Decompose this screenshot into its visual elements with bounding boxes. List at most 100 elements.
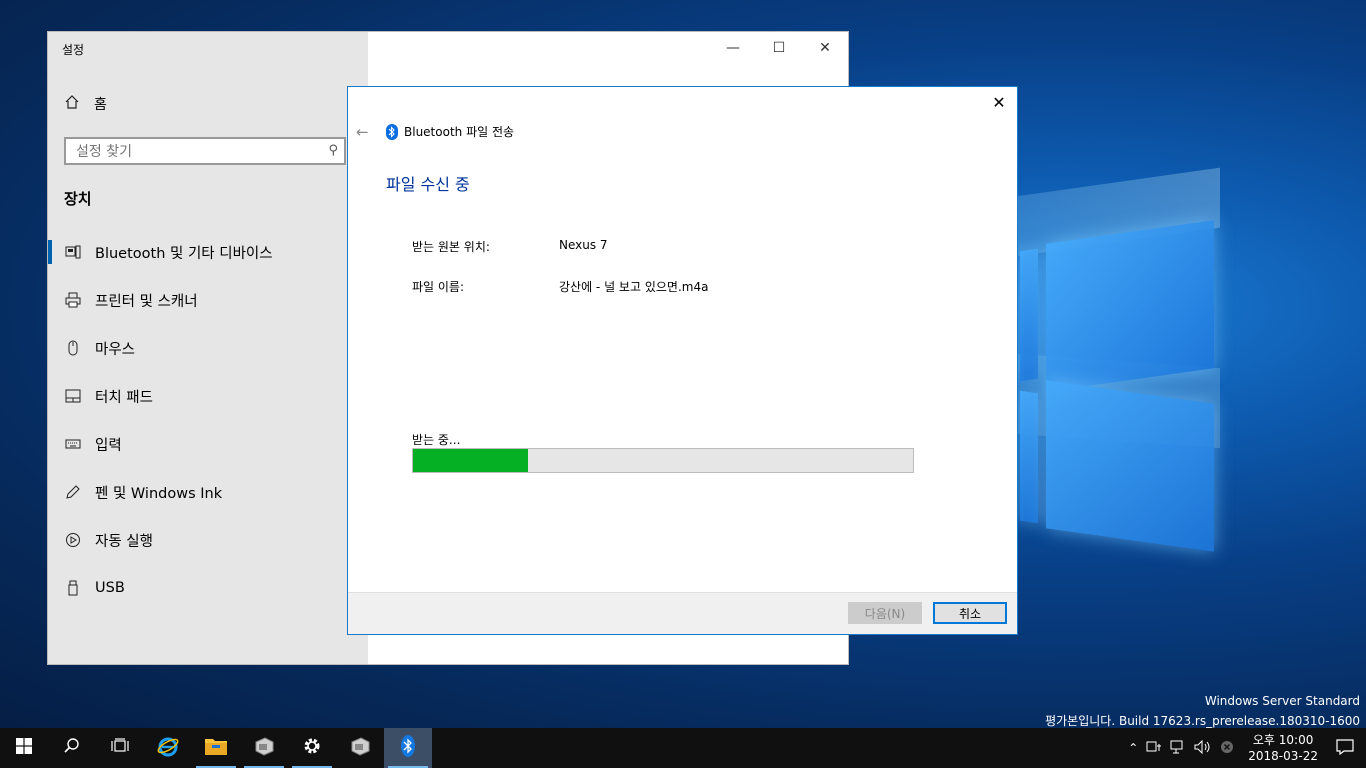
settings-search-box[interactable]: ⚲ <box>64 137 346 165</box>
settings-home-link[interactable]: 홈 <box>64 94 107 114</box>
settings-sidebar: 설정 홈 ⚲ 장치 Bluetooth 및 기타 디바이스 프린터 <box>48 32 368 664</box>
taskbar: ⌃ 오후 10:00 2018-03-22 <box>0 728 1366 768</box>
usb-icon <box>65 580 81 596</box>
back-button[interactable]: ← <box>356 123 369 141</box>
sidebar-item-label: 터치 패드 <box>95 389 153 406</box>
network-icon <box>1170 740 1186 757</box>
back-arrow-icon: ← <box>356 123 369 141</box>
sidebar-item-label: 입력 <box>95 437 122 454</box>
close-icon: ✕ <box>819 40 831 56</box>
folder-icon <box>204 736 228 760</box>
sidebar-item-mouse[interactable]: 마우스 <box>48 324 368 372</box>
sidebar-item-label: 자동 실행 <box>95 533 153 550</box>
action-center-button[interactable] <box>1328 738 1366 758</box>
sidebar-item-usb[interactable]: USB <box>48 564 368 612</box>
chevron-up-icon: ⌃ <box>1128 741 1139 755</box>
settings-nav: Bluetooth 및 기타 디바이스 프린터 및 스캐너 마우스 터치 패드 <box>48 228 368 612</box>
progress-fill <box>413 449 528 472</box>
mouse-icon <box>65 340 81 356</box>
gear-icon <box>302 736 322 760</box>
printer-icon <box>65 292 81 308</box>
server-manager-icon <box>253 736 275 760</box>
ime-icon <box>1146 740 1162 757</box>
source-value: Nexus 7 <box>559 238 608 252</box>
logo-pane <box>1020 390 1038 524</box>
dialog-close-button[interactable]: ✕ <box>987 91 1011 113</box>
windows-logo-icon <box>16 738 32 758</box>
system-tray: ⌃ 오후 10:00 2018-03-22 <box>1124 728 1366 768</box>
transfer-status: 받는 중... <box>412 433 461 447</box>
home-icon <box>64 94 80 114</box>
sidebar-item-printers[interactable]: 프린터 및 스캐너 <box>48 276 368 324</box>
bluetooth-devices-icon <box>65 244 81 260</box>
sidebar-item-label: 프린터 및 스캐너 <box>95 293 198 310</box>
close-button[interactable]: ✕ <box>802 32 848 64</box>
taskbar-app-internet-explorer[interactable] <box>144 728 192 768</box>
sidebar-item-label: Bluetooth 및 기타 디바이스 <box>95 245 273 262</box>
maximize-button[interactable]: ☐ <box>756 32 802 64</box>
server-icon <box>349 736 371 760</box>
speaker-icon <box>1194 739 1212 757</box>
cancel-button[interactable]: 취소 <box>933 602 1007 624</box>
maximize-icon: ☐ <box>772 40 786 56</box>
sidebar-item-touchpad[interactable]: 터치 패드 <box>48 372 368 420</box>
dialog-footer: 다음(N) 취소 <box>348 592 1017 634</box>
touchpad-icon <box>65 388 81 404</box>
taskbar-app-file-explorer[interactable] <box>192 728 240 768</box>
sidebar-item-label: 마우스 <box>95 341 136 358</box>
source-label: 받는 원본 위치: <box>412 240 490 254</box>
eval-watermark-edition: Windows Server Standard <box>1204 694 1360 708</box>
category-heading: 장치 <box>64 190 92 208</box>
minimize-button[interactable]: — <box>710 32 756 64</box>
filename-value: 강산에 - 널 보고 있으면.m4a <box>559 280 709 294</box>
pen-icon <box>65 484 81 500</box>
clock-date: 2018-03-22 <box>1248 749 1318 763</box>
logo-pane <box>1020 248 1038 382</box>
eval-watermark-build: 평가본입니다. Build 17623.rs_prerelease.180310… <box>1045 714 1360 728</box>
taskbar-app-server-manager[interactable] <box>240 728 288 768</box>
sidebar-item-pen[interactable]: 펜 및 Windows Ink <box>48 468 368 516</box>
next-button[interactable]: 다음(N) <box>848 602 922 624</box>
autoplay-icon <box>65 532 81 548</box>
bluetooth-icon <box>401 735 415 761</box>
settings-title: 설정 <box>62 43 85 57</box>
sidebar-item-label: USB <box>95 580 125 596</box>
error-x-icon <box>1220 740 1234 757</box>
taskbar-clock[interactable]: 오후 10:00 2018-03-22 <box>1238 732 1328 764</box>
transfer-progress-bar <box>412 448 914 473</box>
network-button[interactable] <box>1166 740 1190 757</box>
dialog-title: Bluetooth 파일 전송 <box>404 125 515 139</box>
ime-button[interactable] <box>1142 740 1166 757</box>
task-view-button[interactable] <box>96 728 144 768</box>
start-button[interactable] <box>0 728 48 768</box>
settings-search-input[interactable] <box>74 140 318 164</box>
clock-time: 오후 10:00 <box>1252 733 1314 747</box>
logo-pane <box>1046 380 1214 552</box>
dialog-title-bar: Bluetooth 파일 전송 <box>386 123 514 140</box>
search-icon: ⚲ <box>328 143 338 158</box>
minimize-icon: — <box>726 40 740 56</box>
home-label: 홈 <box>94 97 107 113</box>
close-icon: ✕ <box>992 92 1006 112</box>
logo-pane <box>1046 220 1214 392</box>
sidebar-item-bluetooth[interactable]: Bluetooth 및 기타 디바이스 <box>48 228 368 276</box>
taskbar-app-settings[interactable] <box>288 728 336 768</box>
bluetooth-icon <box>386 123 398 140</box>
taskbar-app-server-tool[interactable] <box>336 728 384 768</box>
sidebar-item-typing[interactable]: 입력 <box>48 420 368 468</box>
filename-label: 파일 이름: <box>412 280 465 294</box>
search-icon <box>63 737 81 759</box>
keyboard-icon <box>65 436 81 452</box>
notification-status-button[interactable] <box>1216 740 1238 757</box>
taskbar-app-bluetooth[interactable] <box>384 728 432 768</box>
dialog-heading: 파일 수신 중 <box>386 175 470 194</box>
bluetooth-transfer-dialog: ✕ ← Bluetooth 파일 전송 파일 수신 중 받는 원본 위치: Ne… <box>347 86 1018 635</box>
search-button[interactable] <box>48 728 96 768</box>
volume-button[interactable] <box>1190 739 1216 757</box>
show-hidden-icons-button[interactable]: ⌃ <box>1124 741 1142 755</box>
sidebar-item-label: 펜 및 Windows Ink <box>95 485 223 502</box>
sidebar-item-autoplay[interactable]: 자동 실행 <box>48 516 368 564</box>
internet-explorer-icon <box>156 734 180 762</box>
action-center-icon <box>1336 738 1354 758</box>
task-view-icon <box>111 738 129 758</box>
